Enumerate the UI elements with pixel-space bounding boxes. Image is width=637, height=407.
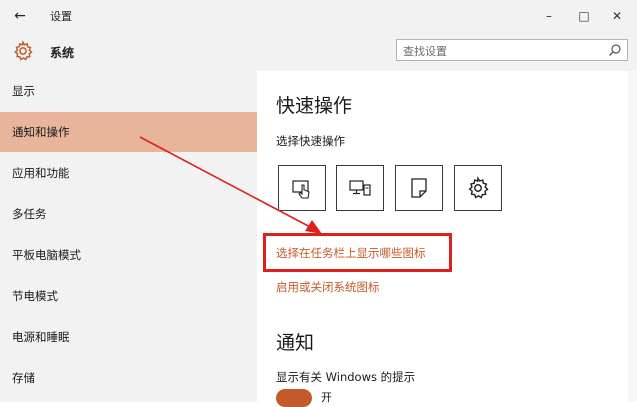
- windows-tips-toggle[interactable]: [276, 389, 312, 407]
- title-bar: ← 设置 – □ ✕: [0, 0, 637, 33]
- quick-actions-label: 选择快速操作: [276, 134, 345, 148]
- windows-tips-label: 显示有关 Windows 的提示: [276, 370, 416, 384]
- quick-action-tablet-button[interactable]: [278, 165, 326, 211]
- sidebar-item-multitasking[interactable]: 多任务: [0, 194, 257, 234]
- search-input[interactable]: 查找设置: [396, 39, 628, 61]
- sidebar-item-notifications-actions[interactable]: 通知和操作: [0, 112, 257, 152]
- settings-gear-icon: [468, 176, 489, 199]
- sidebar-item-power-sleep[interactable]: 电源和睡眠: [0, 317, 257, 357]
- taskbar-icons-link[interactable]: 选择在任务栏上显示哪些图标: [276, 245, 426, 261]
- quick-actions-title: 快速操作: [276, 95, 353, 117]
- sidebar-item-apps-features[interactable]: 应用和功能: [0, 153, 257, 193]
- search-icon: [609, 44, 621, 56]
- notifications-title: 通知: [276, 332, 315, 354]
- project-display-icon: [349, 180, 371, 196]
- quick-action-note-button[interactable]: [395, 165, 443, 211]
- header-bar: 系统 查找设置: [0, 33, 637, 71]
- content-pane: 快速操作 选择快速操作 选择在任务栏上显示哪些图标 启用或关闭系统图标 通知 显…: [257, 71, 637, 407]
- back-button[interactable]: ←: [9, 6, 31, 26]
- quick-action-project-button[interactable]: [336, 165, 384, 211]
- sidebar-item-battery-saver[interactable]: 节电模式: [0, 276, 257, 316]
- sidebar-item-tablet-mode[interactable]: 平板电脑模式: [0, 235, 257, 275]
- close-button[interactable]: ✕: [605, 6, 629, 26]
- sidebar-item-display[interactable]: 显示: [0, 71, 257, 111]
- window-title: 设置: [50, 10, 72, 23]
- scrollbar[interactable]: [628, 71, 637, 402]
- app-title: 系统: [50, 46, 75, 60]
- maximize-button[interactable]: □: [572, 6, 596, 26]
- sidebar: 显示 通知和操作 应用和功能 多任务 平板电脑模式 节电模式 电源和睡眠 存储: [0, 71, 257, 402]
- quick-action-settings-button[interactable]: [454, 165, 502, 211]
- toggle-state-label: 开: [321, 391, 332, 404]
- minimize-button[interactable]: –: [537, 6, 561, 26]
- system-icons-link[interactable]: 启用或关闭系统图标: [276, 279, 380, 295]
- system-gear-icon: [14, 40, 33, 61]
- search-placeholder: 查找设置: [403, 45, 447, 58]
- tablet-touch-icon: [292, 180, 310, 199]
- note-icon: [411, 178, 427, 198]
- sidebar-item-storage[interactable]: 存储: [0, 358, 257, 398]
